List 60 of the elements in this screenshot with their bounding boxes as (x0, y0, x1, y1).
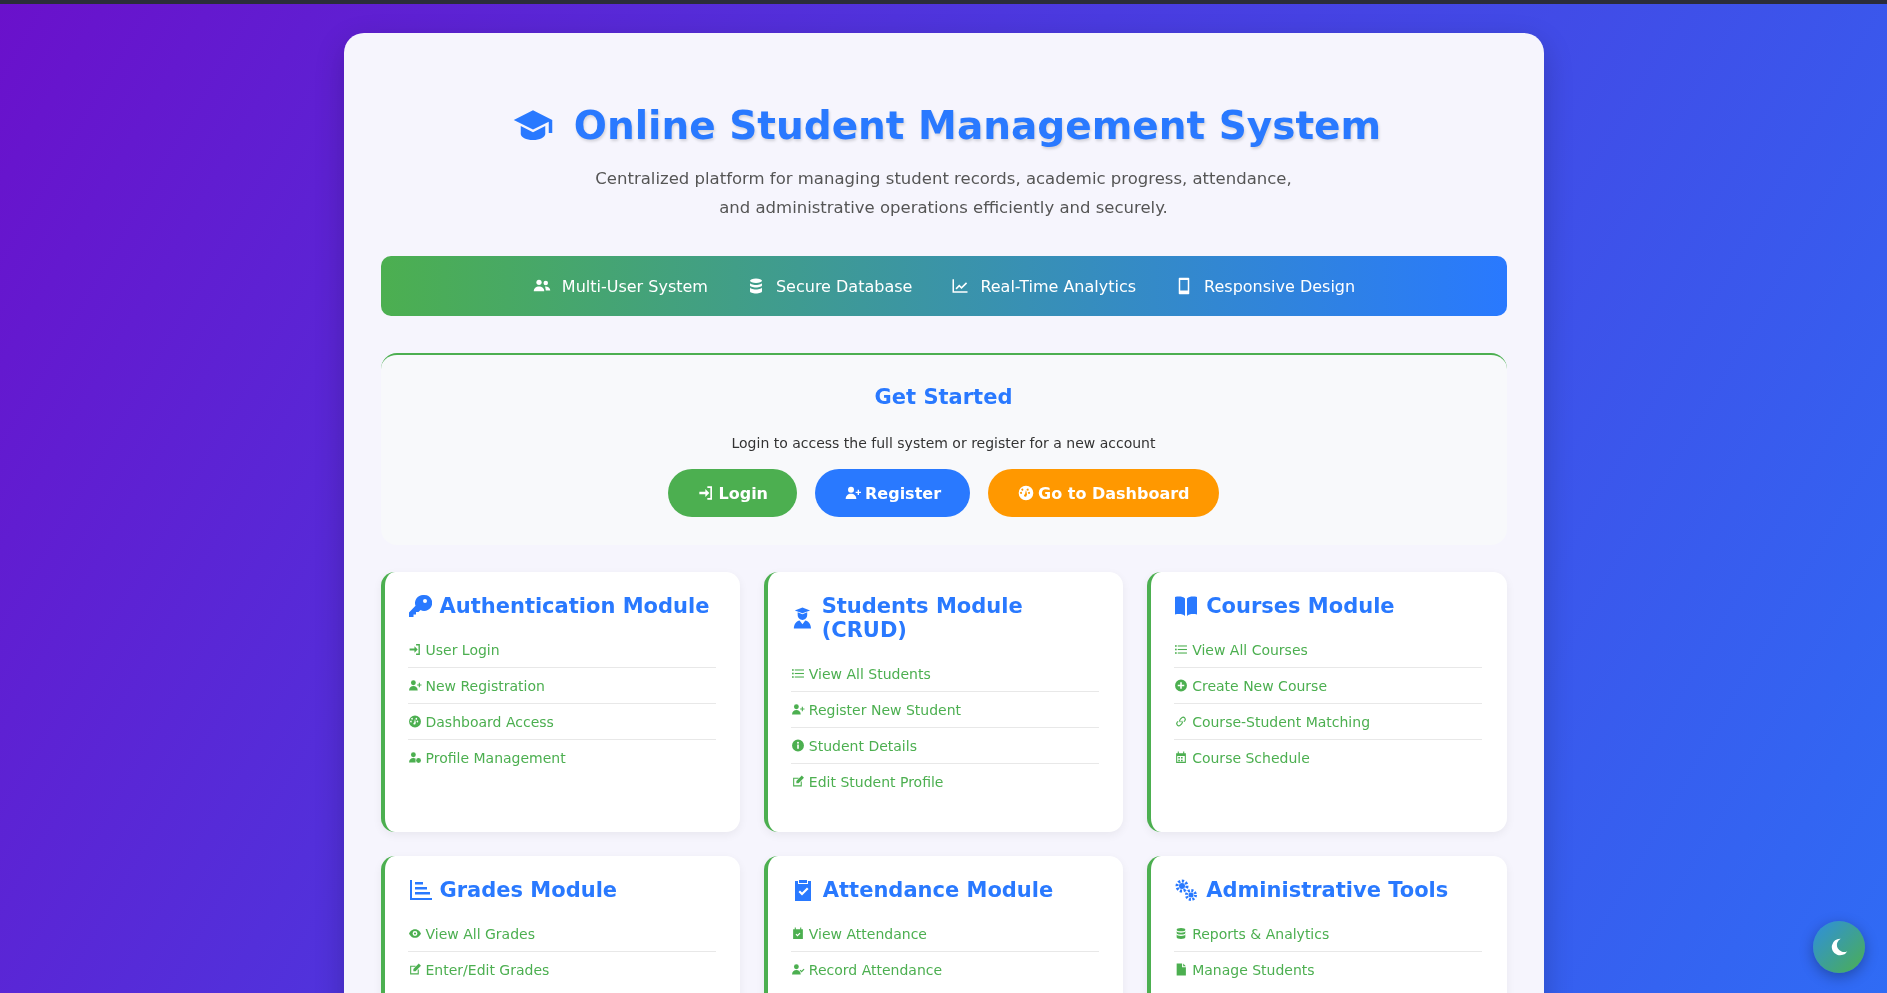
module-link[interactable]: Register New Student (790, 701, 962, 718)
module-link[interactable]: Course-Student Matching (1174, 713, 1370, 730)
module-title: Courses Module (1206, 594, 1395, 618)
calendar-check-icon (790, 927, 805, 940)
module-link[interactable]: New Registration (407, 677, 545, 694)
edit-icon (790, 775, 805, 788)
module-link[interactable]: Record Attendance (790, 961, 943, 978)
file-icon (1174, 963, 1189, 976)
module-link[interactable]: Student Details (790, 737, 917, 754)
info-icon (790, 739, 805, 752)
edit-icon (407, 963, 422, 976)
theme-toggle-button[interactable] (1813, 921, 1865, 973)
feature-label: Secure Database (775, 276, 913, 296)
section-text: Login to access the full system or register for a new account (730, 435, 1157, 451)
module-link[interactable]: Reports & Analytics (1174, 925, 1330, 942)
feature-label: Responsive Design (1204, 276, 1356, 296)
list-icon (790, 667, 805, 680)
module-link[interactable]: View All Students (790, 665, 931, 682)
user-plus-icon (790, 703, 805, 716)
gears-icon (1174, 878, 1199, 902)
module-link[interactable]: View All Grades (407, 925, 535, 942)
gauge-icon (407, 715, 422, 728)
module-link[interactable]: Manage Students (1174, 961, 1315, 978)
module-title: Administrative Tools (1206, 878, 1449, 902)
module-title: Students Module (CRUD) (821, 594, 1024, 642)
register-button[interactable]: Register (815, 469, 971, 517)
book-icon (1174, 594, 1199, 618)
link-icon (1174, 715, 1189, 728)
module-title: Attendance Module (822, 878, 1054, 902)
module-title: Grades Module (439, 878, 618, 902)
module-link[interactable]: Enter/Edit Grades (407, 961, 550, 978)
page-title: Online Student Management System (573, 103, 1382, 148)
line-chart-icon (950, 277, 971, 295)
module-link[interactable]: Profile Management (407, 749, 566, 766)
module-link[interactable]: Edit Student Profile (790, 773, 944, 790)
module-link[interactable]: User Login (407, 641, 500, 658)
feature-label: Multi-User System (561, 276, 708, 296)
user-plus-icon (407, 679, 422, 692)
key-icon (407, 594, 432, 618)
module-link[interactable]: Dashboard Access (407, 713, 554, 730)
gauge-icon (1017, 485, 1036, 501)
eye-icon (407, 927, 422, 940)
page-subtitle: Centralized platform for managing student records, academic progress, attendance, and administrative operations efficiently and securely. (594, 168, 1293, 219)
list-icon (1174, 643, 1189, 656)
user-plus-icon (844, 485, 862, 501)
user-check-icon (790, 963, 805, 976)
calendar-icon (1174, 751, 1189, 764)
sign-in-icon (407, 643, 422, 656)
module-link[interactable]: Create New Course (1174, 677, 1327, 694)
module-title: Authentication Module (439, 594, 710, 618)
module-link[interactable]: Course Schedule (1174, 749, 1310, 766)
module-link[interactable]: View Attendance (790, 925, 927, 942)
bar-chart-icon (407, 878, 432, 902)
module-link[interactable]: View All Courses (1174, 641, 1308, 658)
section-title: Get Started (873, 385, 1014, 409)
login-button[interactable]: Login (668, 469, 797, 517)
moon-icon (1829, 937, 1849, 957)
dashboard-button[interactable]: Go to Dashboard (988, 469, 1219, 517)
feature-label: Real-Time Analytics (980, 276, 1137, 296)
user-gear-icon (407, 751, 422, 764)
